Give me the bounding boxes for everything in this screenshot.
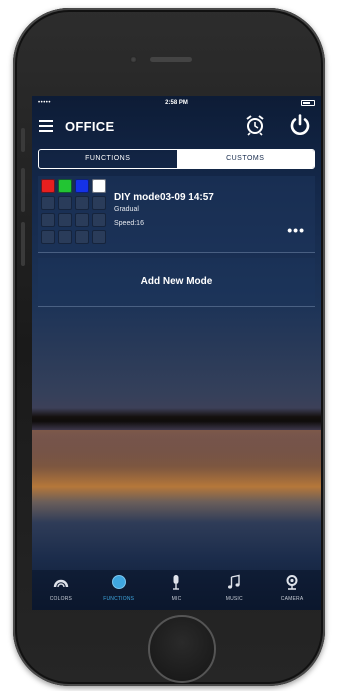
mode-transition: Gradual [114, 206, 139, 213]
volume-down-button [21, 222, 25, 266]
mode-segmented-control: FUNCTIONS CUSTOMS [38, 149, 315, 169]
tab-functions-nav[interactable]: FUNCTIONS [90, 570, 148, 610]
tab-functions[interactable]: FUNCTIONS [39, 150, 177, 168]
colors-icon [53, 579, 69, 588]
empty-swatch [75, 213, 89, 227]
empty-swatch [41, 213, 55, 227]
battery-icon [301, 100, 315, 106]
empty-swatch [92, 196, 106, 210]
color-swatch [58, 179, 72, 193]
tab-label: MIC [171, 596, 182, 602]
earpiece-speaker [150, 57, 192, 62]
app-screen: ••••• 2:58 PM OFFICE FUNCTIONS CUSTOMS D… [32, 96, 321, 610]
add-new-mode-button[interactable]: Add New Mode [38, 258, 315, 307]
tab-label: MUSIC [225, 596, 243, 602]
menu-icon[interactable] [39, 120, 53, 132]
status-bar: ••••• 2:58 PM [32, 96, 321, 110]
mode-speed: Speed:16 [114, 220, 144, 227]
tab-label: CAMERA [280, 596, 304, 602]
tab-camera[interactable]: CAMERA [263, 570, 321, 610]
mode-name: DIY mode03-09 14:57 [114, 192, 214, 203]
front-camera [130, 56, 137, 63]
color-swatch [92, 179, 106, 193]
mute-switch [21, 128, 25, 152]
tab-music[interactable]: MUSIC [205, 570, 263, 610]
tab-mic[interactable]: MIC [148, 570, 206, 610]
empty-swatch [92, 230, 106, 244]
color-swatch [75, 179, 89, 193]
color-swatch-grid [41, 179, 107, 245]
stage: ••••• 2:58 PM OFFICE FUNCTIONS CUSTOMS D… [0, 0, 337, 691]
tab-customs[interactable]: CUSTOMS [176, 150, 314, 168]
functions-icon [111, 575, 126, 589]
empty-swatch [58, 230, 72, 244]
background-horizon [32, 408, 321, 430]
alarm-clock-icon[interactable] [244, 114, 266, 136]
page-title: OFFICE [65, 119, 115, 134]
empty-swatch [75, 230, 89, 244]
tab-label: FUNCTIONS [103, 596, 135, 602]
empty-swatch [58, 213, 72, 227]
empty-swatch [92, 213, 106, 227]
tab-colors[interactable]: COLORS [32, 570, 90, 610]
more-options-button[interactable]: ••• [287, 222, 305, 238]
empty-swatch [41, 196, 55, 210]
music-icon [228, 574, 240, 589]
mic-icon [173, 575, 180, 590]
background-reflection [32, 430, 321, 470]
empty-swatch [41, 230, 55, 244]
color-swatch [41, 179, 55, 193]
home-button[interactable] [148, 615, 216, 683]
empty-swatch [75, 196, 89, 210]
custom-mode-item[interactable]: DIY mode03-09 14:57 Gradual Speed:16 ••• [38, 176, 315, 253]
bottom-tab-bar: COLORS FUNCTIONS MIC MUSIC CAMERA [32, 570, 321, 610]
empty-swatch [58, 196, 72, 210]
power-icon[interactable] [288, 113, 312, 137]
tab-label: COLORS [49, 596, 73, 602]
status-time: 2:58 PM [165, 100, 188, 106]
camera-icon [286, 575, 298, 590]
volume-up-button [21, 168, 25, 212]
